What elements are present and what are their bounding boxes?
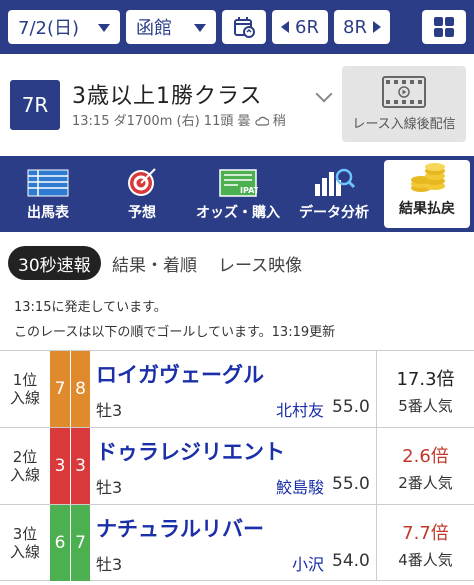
venue-select[interactable]: 函館 bbox=[126, 10, 216, 44]
results-table: 1位 入線 7 8 ロイガヴェーグル 牡3 北村友 55.0 17.3倍 5番人… bbox=[0, 350, 474, 581]
start-message: 13:15に発走しています。 bbox=[14, 300, 167, 315]
frame-number: 3 bbox=[50, 428, 70, 504]
prev-race-label: 6R bbox=[295, 16, 319, 38]
race-info: 13:15 ダ1700m (右) 11頭 曇 稍 bbox=[72, 110, 286, 129]
odds-cell: 17.3倍 5番人気 bbox=[376, 351, 474, 427]
sex-age: 牡3 bbox=[96, 478, 123, 497]
jockey-link[interactable]: 小沢 bbox=[292, 551, 324, 575]
race-course: (右) bbox=[176, 114, 200, 129]
ipat-terminal-icon: IPAT bbox=[219, 169, 258, 197]
horse-name-link[interactable]: ドゥラレジリエント bbox=[96, 436, 285, 466]
race-title: 3歳以上1勝クラス bbox=[72, 84, 263, 109]
result-subtabs: 30秒速報 結果・着順 レース映像 bbox=[0, 244, 474, 284]
sex-age: 牡3 bbox=[96, 555, 123, 574]
race-number-badge: 7R bbox=[10, 80, 60, 130]
finish-position: 2位 入線 bbox=[0, 428, 50, 504]
popularity: 5番人気 bbox=[398, 397, 453, 415]
entries-table-icon bbox=[27, 169, 69, 197]
horse-name-link[interactable]: ナチュラルリバー bbox=[96, 513, 264, 543]
film-icon bbox=[382, 76, 426, 108]
date-select-value: 7/2(日) bbox=[18, 18, 80, 39]
calendar-refresh-icon bbox=[234, 17, 255, 38]
horse-name-link[interactable]: ロイガヴェーグル bbox=[96, 359, 264, 389]
popularity: 4番人気 bbox=[398, 551, 453, 569]
chevron-down-icon[interactable] bbox=[315, 85, 333, 103]
status-text: 入線 bbox=[9, 543, 40, 561]
tab-results-payout[interactable]: 結果払戻 bbox=[384, 160, 470, 228]
race-runners: 11頭 bbox=[203, 114, 234, 129]
tab-results-payout-label: 結果払戻 bbox=[399, 201, 455, 217]
race-video-button[interactable]: レース入線後配信 bbox=[342, 66, 466, 142]
chevron-down-icon bbox=[98, 24, 110, 32]
table-row[interactable]: 2位 入線 3 3 ドゥラレジリエント 牡3 鮫島駿 55.0 2.6倍 2番人… bbox=[0, 427, 474, 504]
date-select[interactable]: 7/2(日) bbox=[8, 10, 120, 44]
horse-number: 8 bbox=[70, 351, 90, 427]
target-icon bbox=[128, 168, 156, 196]
venue-select-value: 函館 bbox=[136, 18, 172, 39]
frame-number: 6 bbox=[50, 505, 70, 581]
jockey-link[interactable]: 鮫島駿 bbox=[276, 474, 324, 498]
carried-weight: 55.0 bbox=[332, 474, 370, 494]
chevron-down-icon bbox=[194, 24, 206, 32]
odds-cell: 7.7倍 4番人気 bbox=[376, 505, 474, 581]
popularity: 2番人気 bbox=[398, 474, 453, 492]
win-odds: 17.3倍 bbox=[396, 369, 455, 390]
coins-icon bbox=[411, 163, 445, 192]
top-nav-bar: 7/2(日) 函館 6R 8R bbox=[0, 0, 474, 54]
tab-data-analysis[interactable]: データ分析 bbox=[290, 156, 378, 232]
carried-weight: 54.0 bbox=[332, 551, 370, 571]
grid-icon bbox=[434, 17, 454, 37]
grid-menu-button[interactable] bbox=[422, 10, 466, 44]
race-header: 7R 3歳以上1勝クラス 13:15 ダ1700m (右) 11頭 曇 稍 レー… bbox=[0, 54, 474, 156]
triangle-left-icon bbox=[281, 21, 290, 33]
triangle-right-icon bbox=[372, 21, 381, 33]
win-odds: 7.7倍 bbox=[402, 523, 449, 544]
table-row[interactable]: 1位 入線 7 8 ロイガヴェーグル 牡3 北村友 55.0 17.3倍 5番人… bbox=[0, 350, 474, 427]
race-surface: ダ1700m bbox=[113, 114, 173, 129]
tab-prediction[interactable]: 予想 bbox=[100, 156, 184, 232]
rank-text: 2位 bbox=[12, 448, 38, 466]
next-race-label: 8R bbox=[343, 16, 367, 38]
finish-position: 1位 入線 bbox=[0, 351, 50, 427]
race-menu-tabs: 出馬表 予想 IPAT オッズ・購入 データ分析 結果払戻 bbox=[0, 156, 474, 232]
ipat-icon-text: IPAT bbox=[240, 186, 258, 195]
tab-odds-purchase-label: オッズ・購入 bbox=[196, 205, 280, 221]
status-text: 入線 bbox=[9, 389, 40, 407]
tab-entries[interactable]: 出馬表 bbox=[8, 156, 88, 232]
subtab-quick-report[interactable]: 30秒速報 bbox=[8, 246, 101, 280]
race-track-condition: 稍 bbox=[272, 114, 286, 129]
rank-text: 3位 bbox=[12, 525, 38, 543]
bar-chart-search-icon bbox=[315, 168, 355, 196]
sex-age: 牡3 bbox=[96, 401, 123, 420]
tab-prediction-label: 予想 bbox=[128, 205, 156, 221]
status-text: 入線 bbox=[9, 466, 40, 484]
next-race-button[interactable]: 8R bbox=[334, 10, 390, 44]
horse-number: 7 bbox=[70, 505, 90, 581]
win-odds: 2.6倍 bbox=[402, 446, 449, 467]
subtab-results-order[interactable]: 結果・着順 bbox=[112, 246, 197, 280]
race-video-label: レース入線後配信 bbox=[352, 117, 456, 132]
race-time: 13:15 bbox=[72, 114, 110, 129]
horse-number: 3 bbox=[70, 428, 90, 504]
cloud-icon bbox=[255, 116, 269, 126]
odds-cell: 2.6倍 2番人気 bbox=[376, 428, 474, 504]
table-row[interactable]: 3位 入線 6 7 ナチュラルリバー 牡3 小沢 54.0 7.7倍 4番人気 bbox=[0, 504, 474, 581]
subtab-race-video[interactable]: レース映像 bbox=[218, 246, 302, 280]
carried-weight: 55.0 bbox=[332, 397, 370, 417]
race-weather: 曇 bbox=[237, 114, 251, 129]
tab-entries-label: 出馬表 bbox=[27, 205, 69, 221]
tab-data-analysis-label: データ分析 bbox=[299, 205, 369, 221]
goal-message: このレースは以下の順でゴールしています。13:19更新 bbox=[14, 325, 336, 340]
prev-race-button[interactable]: 6R bbox=[272, 10, 328, 44]
calendar-button[interactable] bbox=[222, 10, 266, 44]
jockey-link[interactable]: 北村友 bbox=[276, 397, 324, 421]
finish-position: 3位 入線 bbox=[0, 505, 50, 581]
rank-text: 1位 bbox=[12, 371, 38, 389]
frame-number: 7 bbox=[50, 351, 70, 427]
tab-odds-purchase[interactable]: IPAT オッズ・購入 bbox=[190, 156, 286, 232]
